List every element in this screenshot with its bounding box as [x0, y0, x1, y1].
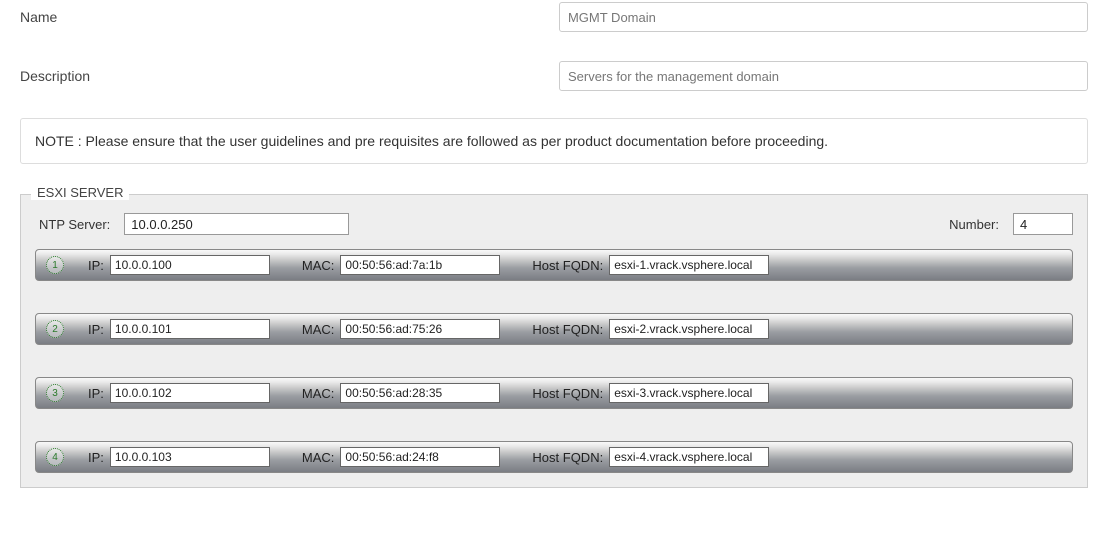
fqdn-label: Host FQDN:: [532, 386, 603, 401]
fqdn-label: Host FQDN:: [532, 258, 603, 273]
name-input[interactable]: [559, 2, 1088, 32]
mac-input[interactable]: [340, 447, 500, 467]
row-badge: 4: [46, 448, 64, 466]
ip-input[interactable]: [110, 319, 270, 339]
fqdn-input[interactable]: [609, 319, 769, 339]
fqdn-label: Host FQDN:: [532, 450, 603, 465]
mac-label: MAC:: [302, 386, 335, 401]
server-row: 4 IP: MAC: Host FQDN:: [35, 441, 1073, 473]
ip-input[interactable]: [110, 255, 270, 275]
note-box: NOTE : Please ensure that the user guide…: [20, 118, 1088, 164]
ip-label: IP:: [88, 450, 104, 465]
row-badge: 2: [46, 320, 64, 338]
number-input[interactable]: [1013, 213, 1073, 235]
fqdn-input[interactable]: [609, 447, 769, 467]
fqdn-input[interactable]: [609, 255, 769, 275]
ip-label: IP:: [88, 322, 104, 337]
mac-label: MAC:: [302, 322, 335, 337]
fqdn-label: Host FQDN:: [532, 322, 603, 337]
ip-input[interactable]: [110, 447, 270, 467]
ntp-label: NTP Server:: [39, 217, 110, 232]
name-label: Name: [20, 9, 559, 25]
description-label: Description: [20, 68, 559, 84]
mac-label: MAC:: [302, 450, 335, 465]
server-row: 3 IP: MAC: Host FQDN:: [35, 377, 1073, 409]
row-badge: 3: [46, 384, 64, 402]
mac-input[interactable]: [340, 319, 500, 339]
server-row: 1 IP: MAC: Host FQDN:: [35, 249, 1073, 281]
mac-label: MAC:: [302, 258, 335, 273]
ip-label: IP:: [88, 258, 104, 273]
number-label: Number:: [949, 217, 999, 232]
description-input[interactable]: [559, 61, 1088, 91]
ntp-input[interactable]: [124, 213, 349, 235]
mac-input[interactable]: [340, 383, 500, 403]
esxi-fieldset: ESXI SERVER NTP Server: Number: 1 IP: MA…: [20, 194, 1088, 488]
mac-input[interactable]: [340, 255, 500, 275]
ip-input[interactable]: [110, 383, 270, 403]
server-row: 2 IP: MAC: Host FQDN:: [35, 313, 1073, 345]
ip-label: IP:: [88, 386, 104, 401]
esxi-legend: ESXI SERVER: [31, 185, 129, 200]
row-badge: 1: [46, 256, 64, 274]
fqdn-input[interactable]: [609, 383, 769, 403]
